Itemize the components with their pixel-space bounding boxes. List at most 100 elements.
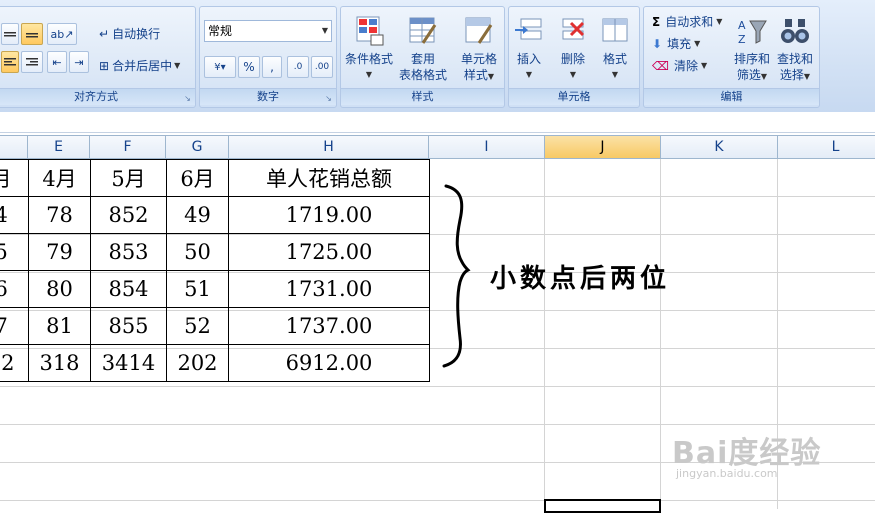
ribbon: ab↗ ⇤ ⇥ ↵ 自动换行 ⊞ 合并后居中 ▼ 对齐方式 ↘ 数字 ↘ 常规	[0, 0, 875, 113]
dialog-launcher-icon[interactable]: ↘	[324, 94, 333, 103]
sort-filter-button[interactable]: AZ 排序和 筛选▼	[730, 11, 774, 89]
dialog-launcher-icon[interactable]: ↘	[183, 94, 192, 103]
increase-decimal-button[interactable]: .0	[287, 56, 309, 78]
format-as-table-label-1: 套用	[410, 52, 435, 66]
table-cell[interactable]: 6912.00	[228, 344, 430, 382]
column-header-g[interactable]: G	[166, 136, 229, 158]
merge-center-button[interactable]: ⊞ 合并后居中 ▼	[99, 57, 180, 74]
table-cell[interactable]: 50	[166, 233, 229, 271]
table-cell[interactable]: 202	[166, 344, 229, 382]
format-button[interactable]: 格式 ▼	[592, 11, 638, 89]
autosum-button[interactable]: Σ 自动求和 ▼	[652, 13, 722, 30]
clear-button[interactable]: ⌫ 清除 ▼	[652, 57, 707, 74]
table-header-cell[interactable]: 4月	[28, 159, 91, 197]
table-cell[interactable]: 80	[28, 270, 91, 308]
chevron-down-icon: ▼	[694, 39, 701, 48]
delete-button[interactable]: 删除 ▼	[550, 11, 596, 89]
percent-style-button[interactable]: %	[238, 56, 260, 78]
table-cell[interactable]: 52	[166, 307, 229, 345]
table-row: 322 318 3414 202 6912.00	[0, 344, 430, 382]
align-left-button[interactable]	[1, 51, 19, 73]
chevron-down-icon: ▼	[174, 61, 181, 70]
editing-group: Σ 自动求和 ▼ ⬇ 填充 ▼ ⌫ 清除 ▼ AZ 排序和 筛选▼ 查找和 选择…	[643, 6, 820, 108]
column-header-i[interactable]: I	[429, 136, 545, 158]
increase-indent-button[interactable]: ⇥	[69, 51, 89, 73]
chevron-down-icon: ▼	[525, 70, 533, 79]
table-cell[interactable]: 85	[0, 233, 29, 271]
cell-styles-label-2: 样式▼	[463, 68, 495, 82]
align-right-button[interactable]	[21, 51, 43, 73]
brace-annotation-icon	[442, 184, 471, 368]
table-cell[interactable]: 852	[90, 196, 167, 234]
decrease-indent-button[interactable]: ⇤	[47, 51, 67, 73]
table-cell[interactable]: 81	[28, 307, 91, 345]
table-row: 84 78 852 49 1719.00	[0, 196, 430, 234]
table-cell[interactable]: 854	[90, 270, 167, 308]
table-cell[interactable]: 49	[166, 196, 229, 234]
align-middle-icon	[4, 32, 16, 37]
table-header-cell[interactable]: 3月	[0, 159, 29, 197]
comma-style-button[interactable]: ,	[262, 56, 282, 78]
cell-styles-button[interactable]: 单元格 样式▼	[453, 11, 505, 89]
currency-icon: ¥▾	[214, 61, 226, 73]
number-format-select[interactable]: 常规 ▼	[204, 20, 332, 42]
fill-down-icon: ⬇	[652, 36, 663, 51]
column-header-k[interactable]: K	[661, 136, 778, 158]
table-header-cell[interactable]: 5月	[90, 159, 167, 197]
table-cell[interactable]: 322	[0, 344, 29, 382]
table-cell[interactable]: 1731.00	[228, 270, 430, 308]
table-cell[interactable]: 78	[28, 196, 91, 234]
decrease-decimal-icon: .00	[314, 62, 330, 72]
find-select-label-2: 选择▼	[779, 68, 811, 82]
align-middle-button[interactable]	[1, 23, 19, 45]
table-cell[interactable]: 855	[90, 307, 167, 345]
currency-format-button[interactable]: ¥▾	[204, 56, 236, 78]
merge-center-icon: ⊞	[99, 58, 110, 73]
table-header-cell[interactable]: 单人花销总额	[228, 159, 430, 197]
table-cell[interactable]: 853	[90, 233, 167, 271]
baidu-watermark: Bai度经验	[672, 436, 822, 471]
column-header-d[interactable]: D	[0, 136, 28, 158]
column-header-h[interactable]: H	[229, 136, 429, 158]
table-cell[interactable]: 318	[28, 344, 91, 382]
conditional-format-button[interactable]: 条件格式 ▼	[343, 11, 395, 89]
decrease-decimal-button[interactable]: .00	[311, 56, 333, 78]
align-bottom-button[interactable]	[21, 23, 43, 45]
insert-button[interactable]: 插入 ▼	[506, 11, 552, 89]
table-cell[interactable]: 87	[0, 307, 29, 345]
chevron-down-icon: ▼	[716, 17, 723, 26]
chevron-down-icon: ▼	[365, 70, 373, 79]
column-headers: D E F G H I J K L	[0, 135, 875, 159]
column-header-f[interactable]: F	[90, 136, 166, 158]
table-cell[interactable]: 1737.00	[228, 307, 430, 345]
wrap-text-icon: ↵	[99, 26, 110, 41]
format-as-table-button[interactable]: 套用 表格格式▼	[397, 11, 449, 97]
cell-styles-label-1: 单元格	[460, 52, 497, 66]
find-select-button[interactable]: 查找和 选择▼	[772, 11, 818, 89]
chevron-down-icon: ▼	[321, 26, 328, 35]
watermark-url: jingyan.baidu.com	[676, 467, 778, 480]
column-header-l[interactable]: L	[778, 136, 875, 158]
table-cell[interactable]: 79	[28, 233, 91, 271]
column-header-j[interactable]: J	[545, 136, 661, 158]
sort-filter-label-2: 筛选▼	[736, 68, 768, 82]
fill-button[interactable]: ⬇ 填充 ▼	[652, 35, 700, 52]
table-cell[interactable]: 1725.00	[228, 233, 430, 271]
find-select-label-1: 查找和	[776, 52, 813, 66]
text-orientation-button[interactable]: ab↗	[47, 23, 77, 45]
align-left-icon	[4, 58, 16, 66]
column-header-e[interactable]: E	[28, 136, 90, 158]
table-cell[interactable]: 84	[0, 196, 29, 234]
styles-group: 条件格式 ▼ 套用 表格格式▼ 单元格 样式▼ 样式	[340, 6, 505, 108]
table-cell[interactable]: 3414	[90, 344, 167, 382]
table-cell[interactable]: 86	[0, 270, 29, 308]
table-header-cell[interactable]: 6月	[166, 159, 229, 197]
table-cell[interactable]: 51	[166, 270, 229, 308]
table-cell[interactable]: 1719.00	[228, 196, 430, 234]
wrap-text-button[interactable]: ↵ 自动换行	[99, 25, 160, 42]
clear-label: 清除	[673, 59, 698, 73]
active-cell-selection[interactable]	[544, 499, 661, 513]
decrease-indent-icon: ⇤	[52, 55, 62, 69]
insert-icon	[515, 18, 542, 40]
delete-icon	[562, 18, 585, 40]
